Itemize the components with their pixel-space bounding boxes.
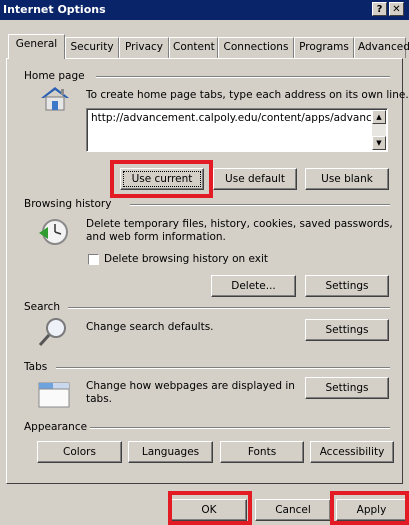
browsing-history-settings-button[interactable]: Settings bbox=[305, 275, 389, 297]
scroll-down-arrow-icon[interactable]: ▼ bbox=[372, 136, 386, 150]
browsing-history-desc-line1: Delete temporary files, history, cookies… bbox=[86, 218, 393, 230]
home-page-divider bbox=[96, 76, 390, 78]
browsing-history-heading: Browsing history bbox=[24, 198, 112, 210]
search-desc: Change search defaults. bbox=[86, 321, 214, 333]
history-clock-icon bbox=[39, 219, 68, 245]
highlight-apply bbox=[330, 491, 409, 525]
tab-general[interactable]: General bbox=[8, 34, 65, 59]
use-blank-button[interactable]: Use blank bbox=[305, 168, 389, 190]
magnifier-icon bbox=[38, 318, 66, 347]
highlight-use-current bbox=[110, 160, 213, 198]
tabs-settings-button[interactable]: Settings bbox=[305, 377, 389, 399]
house-icon bbox=[41, 87, 69, 111]
home-page-instruction: To create home page tabs, type each addr… bbox=[86, 89, 409, 101]
tab-programs[interactable]: Programs bbox=[294, 37, 354, 58]
delete-on-exit-label: Delete browsing history on exit bbox=[104, 253, 269, 265]
search-heading: Search bbox=[24, 301, 61, 313]
search-settings-button[interactable]: Settings bbox=[305, 319, 389, 341]
tabs-desc-line1: Change how webpages are displayed in bbox=[86, 380, 295, 392]
scroll-up-arrow-icon[interactable]: ▲ bbox=[372, 110, 386, 124]
home-page-url-field[interactable]: http://advancement.calpoly.edu/content/a… bbox=[86, 108, 388, 152]
tabs-divider bbox=[56, 367, 390, 369]
help-button[interactable]: ? bbox=[372, 2, 387, 16]
home-page-url-value: http://advancement.calpoly.edu/content/a… bbox=[91, 112, 371, 124]
delete-button[interactable]: Delete... bbox=[211, 275, 296, 297]
cancel-button[interactable]: Cancel bbox=[255, 499, 331, 521]
highlight-ok bbox=[168, 491, 252, 525]
colors-button[interactable]: Colors bbox=[37, 441, 122, 463]
fonts-button[interactable]: Fonts bbox=[220, 441, 304, 463]
tabs-heading: Tabs bbox=[24, 361, 48, 373]
appearance-divider bbox=[90, 427, 390, 429]
title-bar: Internet Options ? ✕ bbox=[0, 0, 409, 20]
tab-security[interactable]: Security bbox=[65, 37, 119, 58]
tab-connections[interactable]: Connections bbox=[218, 37, 294, 58]
browsing-history-divider bbox=[130, 204, 390, 206]
browsing-history-desc-line2: and web form information. bbox=[86, 231, 226, 243]
url-scrollbar[interactable]: ▲ ▼ bbox=[372, 110, 386, 150]
tabs-desc-line2: tabs. bbox=[86, 393, 113, 405]
use-default-button[interactable]: Use default bbox=[213, 168, 297, 190]
search-divider bbox=[68, 307, 390, 309]
tab-content[interactable]: Content bbox=[169, 37, 218, 58]
accessibility-button[interactable]: Accessibility bbox=[310, 441, 394, 463]
close-button[interactable]: ✕ bbox=[389, 2, 404, 16]
tab-advanced[interactable]: Advanced bbox=[354, 37, 409, 58]
delete-on-exit-checkbox[interactable] bbox=[88, 254, 99, 265]
languages-button[interactable]: Languages bbox=[128, 441, 213, 463]
appearance-heading: Appearance bbox=[24, 421, 88, 433]
window-title: Internet Options bbox=[3, 3, 106, 16]
tab-privacy[interactable]: Privacy bbox=[119, 37, 169, 58]
tabbed-window-icon bbox=[38, 382, 70, 408]
